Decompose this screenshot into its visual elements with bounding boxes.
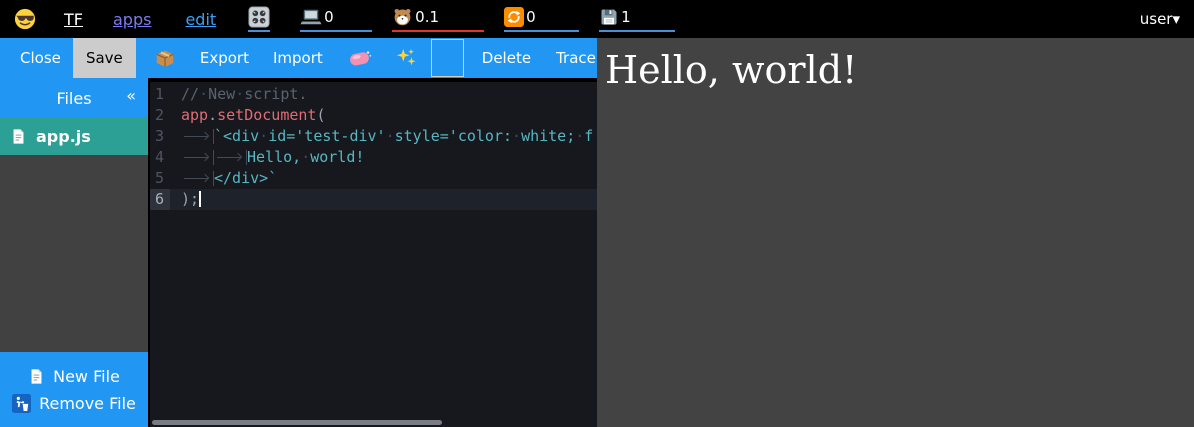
repeat-icon [504, 7, 524, 27]
code-line[interactable]: 3 `<div·id='test-div'·style='color:·white… [150, 126, 597, 147]
code-line[interactable]: 4 Hello,·world! [150, 147, 597, 168]
files-panel-title: Files [56, 89, 91, 108]
code-text: app.setDocument( [170, 105, 597, 126]
code-line[interactable]: 2app.setDocument( [150, 105, 597, 126]
tab-marker [181, 129, 214, 144]
edit-link[interactable]: edit [185, 10, 216, 29]
new-file-label: New File [53, 367, 120, 386]
code-token: ); [181, 190, 199, 208]
repeat-counter-value[interactable]: 0 [526, 8, 536, 26]
import-button[interactable]: Import [273, 49, 323, 67]
save-button[interactable]: Save [73, 38, 136, 78]
tab-marker [181, 150, 214, 165]
floppy-counter-value[interactable]: 1 [621, 8, 631, 26]
whitespace-dot: · [259, 127, 268, 145]
package-icon[interactable] [154, 47, 176, 69]
apps-link[interactable]: apps [113, 10, 151, 29]
code-token: `<div·id='test-div'·style='color:·white;… [214, 127, 593, 145]
floppy-counter[interactable]: 1 [599, 7, 675, 32]
code-line[interactable]: 1 //·New·script. [150, 84, 597, 105]
control-knobs-icon[interactable] [248, 6, 270, 32]
tab-marker [181, 171, 214, 186]
code-text: `<div·id='test-div'·style='color:·white;… [170, 126, 597, 147]
code-token: . [208, 106, 217, 124]
line-number: 5 [150, 168, 170, 189]
floppy-icon [599, 7, 619, 27]
soap-icon[interactable] [348, 48, 372, 68]
line-number: 6 [150, 189, 170, 210]
editor-toolbar: Close Save Export Import [0, 38, 597, 78]
export-button[interactable]: Export [200, 49, 249, 67]
code-token: app [181, 106, 208, 124]
laptop-counter[interactable]: 0 [300, 7, 372, 32]
code-token: </div>` [214, 169, 277, 187]
laptop-icon [300, 7, 322, 27]
line-number: 2 [150, 105, 170, 126]
code-text: //·New·script. [170, 84, 597, 105]
horizontal-scrollbar[interactable] [152, 420, 442, 425]
whitespace-dot: · [512, 127, 521, 145]
code-token: ( [316, 106, 325, 124]
workspace: Close Save Export Import [0, 38, 1194, 427]
code-token: //·New·script. [181, 85, 307, 103]
empty-bordered-button[interactable] [431, 39, 464, 77]
whitespace-dot: · [199, 85, 208, 103]
line-number: 1 [150, 84, 170, 105]
code-line[interactable]: 5 </div>` [150, 168, 597, 189]
code-text: ); [170, 189, 597, 210]
laptop-counter-value[interactable]: 0 [324, 8, 334, 26]
hamster-counter[interactable]: 0.1 [392, 6, 484, 32]
user-menu[interactable]: user▾ [1140, 10, 1180, 28]
litter-bin-icon [12, 394, 31, 413]
file-item-appjs[interactable]: app.js [0, 118, 148, 155]
tab-marker [214, 150, 247, 165]
line-number: 3 [150, 126, 170, 147]
line-number: 4 [150, 147, 170, 168]
trace-button[interactable]: Trace [556, 49, 596, 67]
new-file-button[interactable]: New File [0, 367, 148, 386]
new-file-icon [28, 367, 45, 386]
whitespace-dot: · [386, 127, 395, 145]
hamster-counter-value[interactable]: 0.1 [415, 8, 439, 26]
code-text: Hello,·world! [170, 147, 597, 168]
sparkles-icon[interactable] [395, 47, 417, 69]
sunglasses-emoji[interactable] [14, 8, 36, 30]
preview-text: Hello, world! [605, 48, 1194, 92]
files-panel-body [0, 155, 148, 352]
repeat-counter[interactable]: 0 [504, 7, 579, 32]
hamster-icon [392, 6, 413, 27]
code-line[interactable]: 6); [150, 189, 597, 210]
file-name: app.js [36, 127, 91, 146]
code-token: setDocument [217, 106, 316, 124]
code-text: </div>` [170, 168, 597, 189]
remove-file-label: Remove File [39, 394, 136, 413]
remove-file-button[interactable]: Remove File [0, 394, 148, 413]
whitespace-dot: · [301, 148, 310, 166]
brand-link[interactable]: TF [64, 10, 83, 29]
files-panel-header: Files « [0, 78, 148, 118]
delete-button[interactable]: Delete [482, 49, 531, 67]
code-editor[interactable]: 1//·New·script.2app.setDocument(3`<div·i… [150, 82, 597, 427]
whitespace-dot: · [235, 85, 244, 103]
files-sidebar: Files « app.js [0, 78, 148, 427]
close-button[interactable]: Close [20, 49, 61, 67]
text-cursor [199, 191, 201, 207]
editor-body: Files « app.js [0, 78, 597, 427]
ide-column: Close Save Export Import [0, 38, 597, 427]
collapse-sidebar-button[interactable]: « [126, 86, 136, 105]
document-icon [10, 127, 27, 146]
files-panel-footer: New File [0, 352, 148, 427]
code-area[interactable]: 1//·New·script.2app.setDocument(3`<div·i… [150, 82, 597, 210]
top-bar: TF apps edit 0 [0, 0, 1194, 38]
preview-page: Hello, world! [597, 38, 1194, 427]
whitespace-dot: · [575, 127, 584, 145]
code-token: Hello,·world! [247, 148, 364, 166]
